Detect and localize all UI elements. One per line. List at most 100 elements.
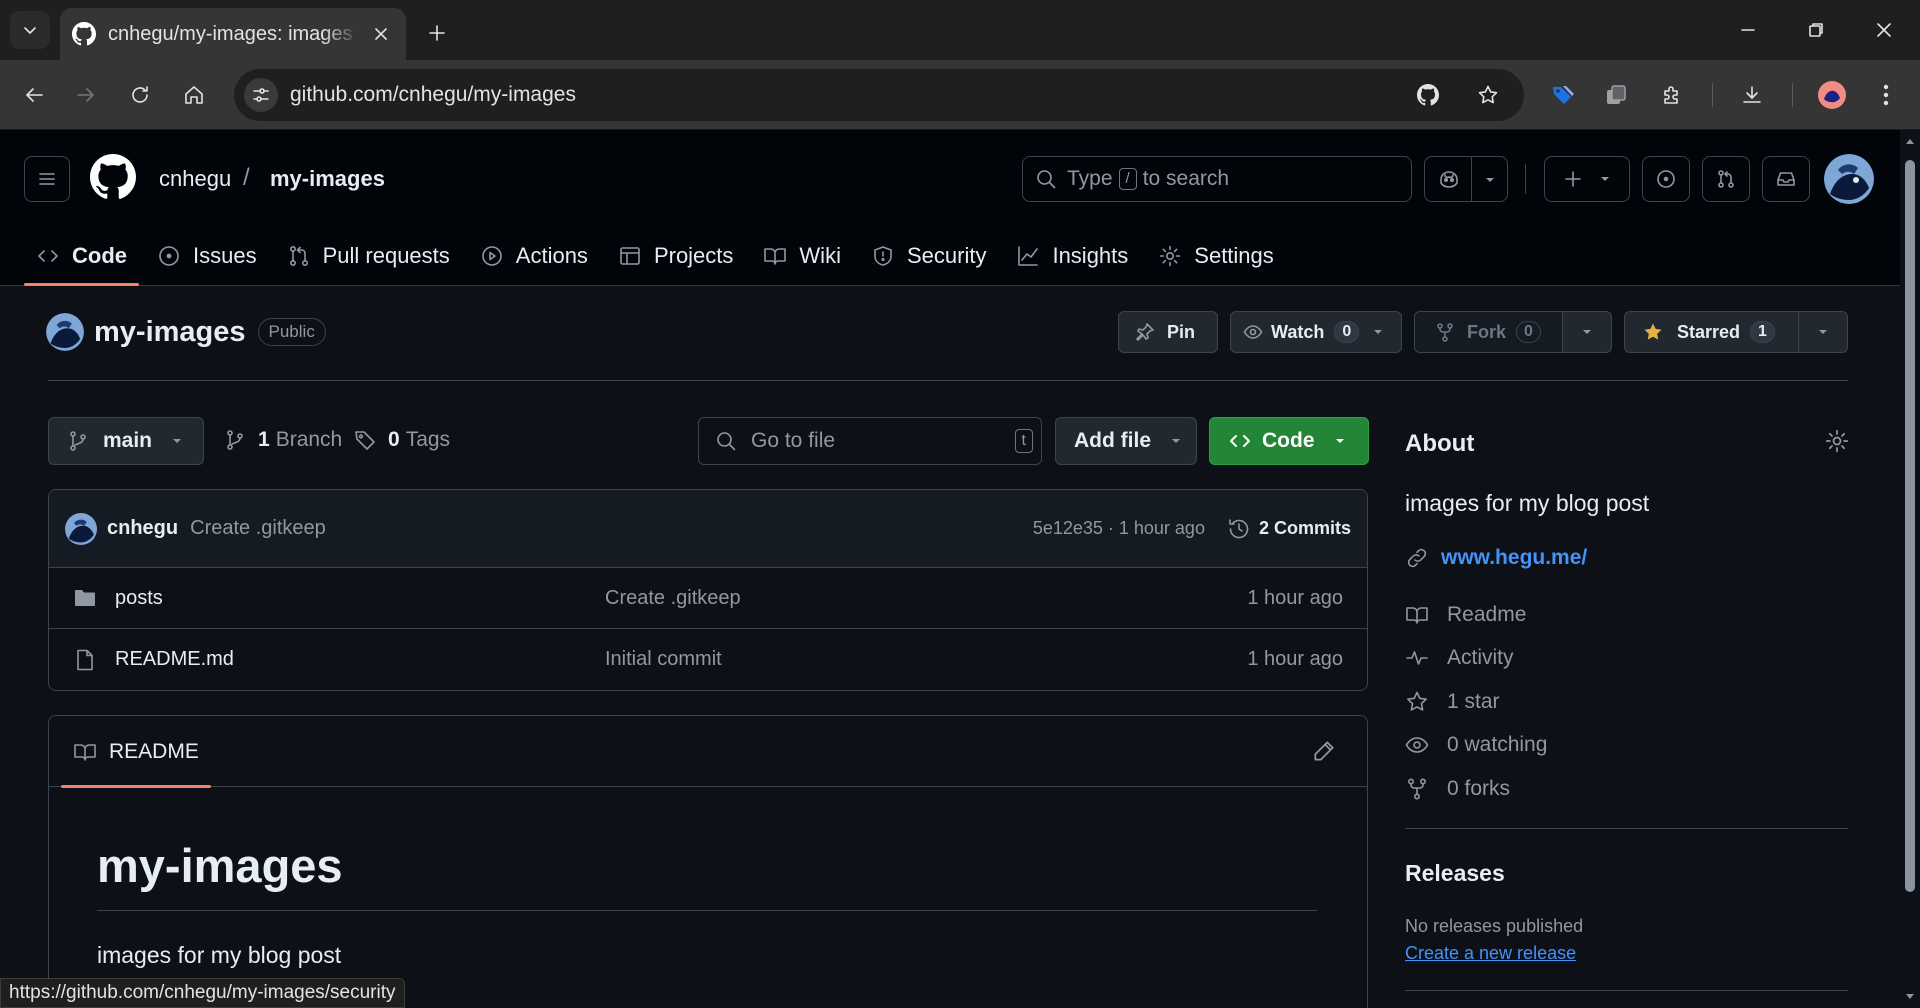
fork-dropdown-button[interactable]: [1562, 311, 1612, 353]
pin-button[interactable]: Pin: [1118, 311, 1218, 353]
starred-button[interactable]: Starred 1: [1624, 311, 1800, 353]
forks-link[interactable]: 0 forks: [1405, 777, 1510, 801]
commit-meta[interactable]: 5e12e35 · 1 hour ago: [1033, 518, 1205, 539]
copilot-button[interactable]: [1424, 156, 1508, 202]
url-text[interactable]: github.com/cnhegu/my-images: [290, 83, 1408, 107]
scroll-up-icon[interactable]: [1904, 136, 1916, 148]
breadcrumb-repo[interactable]: my-images: [270, 166, 385, 192]
inbox-button[interactable]: [1762, 156, 1810, 202]
fork-button[interactable]: Fork 0: [1414, 311, 1564, 353]
tab-actions[interactable]: Actions: [468, 230, 600, 282]
create-release-link[interactable]: Create a new release: [1405, 943, 1576, 964]
tab-issues[interactable]: Issues: [145, 230, 269, 282]
file-commit-message[interactable]: Create .gitkeep: [605, 587, 1247, 610]
stars-link[interactable]: 1 star: [1405, 690, 1500, 714]
global-menu-button[interactable]: [24, 156, 70, 202]
pull-requests-button[interactable]: [1702, 156, 1750, 202]
readme-link[interactable]: Readme: [1405, 603, 1526, 627]
tab-search-button[interactable]: [10, 11, 50, 49]
search-shortcut-key: /: [1118, 168, 1137, 190]
new-tab-button[interactable]: [420, 16, 454, 50]
file-name[interactable]: README.md: [115, 648, 605, 671]
create-new-button[interactable]: [1544, 156, 1630, 202]
back-button[interactable]: [14, 75, 54, 115]
tab-readme[interactable]: README: [61, 716, 211, 788]
git-pull-request-icon: [1718, 170, 1734, 188]
browser-tab-title: cnhegu/my-images: images for my blog pos…: [108, 22, 360, 45]
site-info-button[interactable]: [244, 78, 278, 112]
code-dropdown-button[interactable]: Code: [1209, 417, 1369, 465]
scrollbar-thumb[interactable]: [1905, 160, 1915, 892]
commits-link[interactable]: 2 Commits: [1227, 517, 1351, 541]
branch-name: main: [103, 429, 153, 452]
scroll-down-icon[interactable]: [1904, 990, 1916, 1002]
repo-name[interactable]: my-images: [94, 316, 246, 349]
profile-button[interactable]: [1812, 75, 1852, 115]
address-bar[interactable]: github.com/cnhegu/my-images: [234, 69, 1524, 121]
minimize-button[interactable]: [1718, 10, 1778, 50]
go-to-file-input[interactable]: Go to file t: [698, 417, 1042, 465]
tags-link[interactable]: 0 Tags: [354, 428, 450, 452]
branches-link[interactable]: 1 Branch: [224, 428, 342, 452]
tab-projects[interactable]: Projects: [606, 230, 745, 282]
activity-link[interactable]: Activity: [1405, 646, 1514, 670]
watchers-link[interactable]: 0 watching: [1405, 733, 1547, 757]
tab-close-button[interactable]: [368, 21, 394, 47]
user-avatar[interactable]: [1824, 154, 1874, 204]
github-logo-icon[interactable]: [90, 154, 136, 200]
tab-pull-requests[interactable]: Pull requests: [275, 230, 462, 282]
table-row[interactable]: README.md Initial commit 1 hour ago: [49, 629, 1367, 690]
gear-icon[interactable]: [1824, 428, 1850, 454]
bookmark-button[interactable]: [1468, 75, 1508, 115]
readme-panel: README my-images images for my blog post: [48, 715, 1368, 1008]
star-icon: [1478, 85, 1498, 104]
tab-code[interactable]: Code: [24, 230, 139, 286]
tab-wiki[interactable]: Wiki: [751, 230, 853, 282]
extension-copy-button[interactable]: [1596, 75, 1636, 115]
tag-count: 0: [388, 428, 400, 451]
add-file-button[interactable]: Add file: [1055, 417, 1197, 465]
branch-selector[interactable]: main: [48, 417, 204, 465]
website-link[interactable]: www.hegu.me/: [1405, 546, 1587, 570]
tab-security[interactable]: Security: [859, 230, 998, 282]
restore-button[interactable]: [1786, 10, 1846, 50]
extensions-button[interactable]: [1652, 75, 1692, 115]
reload-icon: [132, 86, 148, 103]
browser-toolbar: github.com/cnhegu/my-images: [0, 60, 1920, 130]
commit-author[interactable]: cnhegu: [107, 517, 178, 540]
releases-heading[interactable]: Releases: [1405, 860, 1505, 887]
pencil-icon[interactable]: [1311, 738, 1337, 764]
table-row[interactable]: posts Create .gitkeep 1 hour ago: [49, 568, 1367, 629]
plus-icon: [429, 25, 445, 41]
forward-button[interactable]: [66, 75, 106, 115]
github-extension-button[interactable]: [1408, 75, 1448, 115]
issues-button[interactable]: [1642, 156, 1690, 202]
readme-body: images for my blog post: [97, 942, 342, 968]
file-name[interactable]: posts: [115, 587, 605, 610]
close-window-button[interactable]: [1854, 10, 1914, 50]
add-file-label: Add file: [1074, 429, 1151, 452]
file-commit-message[interactable]: Initial commit: [605, 648, 1247, 671]
commit-message[interactable]: Create .gitkeep: [190, 517, 326, 540]
tab-settings[interactable]: Settings: [1146, 230, 1286, 282]
owner-avatar[interactable]: [46, 313, 84, 351]
issue-opened-icon: [159, 246, 179, 266]
chrome-menu-button[interactable]: [1866, 75, 1906, 115]
tab-pull-requests-label: Pull requests: [322, 243, 450, 268]
extension-tag-button[interactable]: [1542, 75, 1582, 115]
home-button[interactable]: [174, 75, 214, 115]
git-branch-icon: [70, 431, 86, 451]
tab-insights[interactable]: Insights: [1004, 230, 1140, 282]
watch-button[interactable]: Watch 0: [1230, 311, 1402, 353]
search-input[interactable]: Type / to search: [1022, 156, 1412, 202]
browser-tab[interactable]: cnhegu/my-images: images for my blog pos…: [60, 8, 406, 60]
file-table: cnhegu Create .gitkeep 5e12e35 · 1 hour …: [48, 489, 1368, 691]
page-scrollbar[interactable]: [1900, 130, 1920, 1008]
breadcrumb-owner[interactable]: cnhegu: [159, 166, 231, 192]
watch-count: 0: [1334, 321, 1360, 343]
commit-author-avatar[interactable]: [65, 512, 97, 545]
reload-button[interactable]: [120, 75, 160, 115]
star-dropdown-button[interactable]: [1798, 311, 1848, 353]
downloads-button[interactable]: [1732, 75, 1772, 115]
caret-down-icon[interactable]: [1483, 173, 1497, 187]
